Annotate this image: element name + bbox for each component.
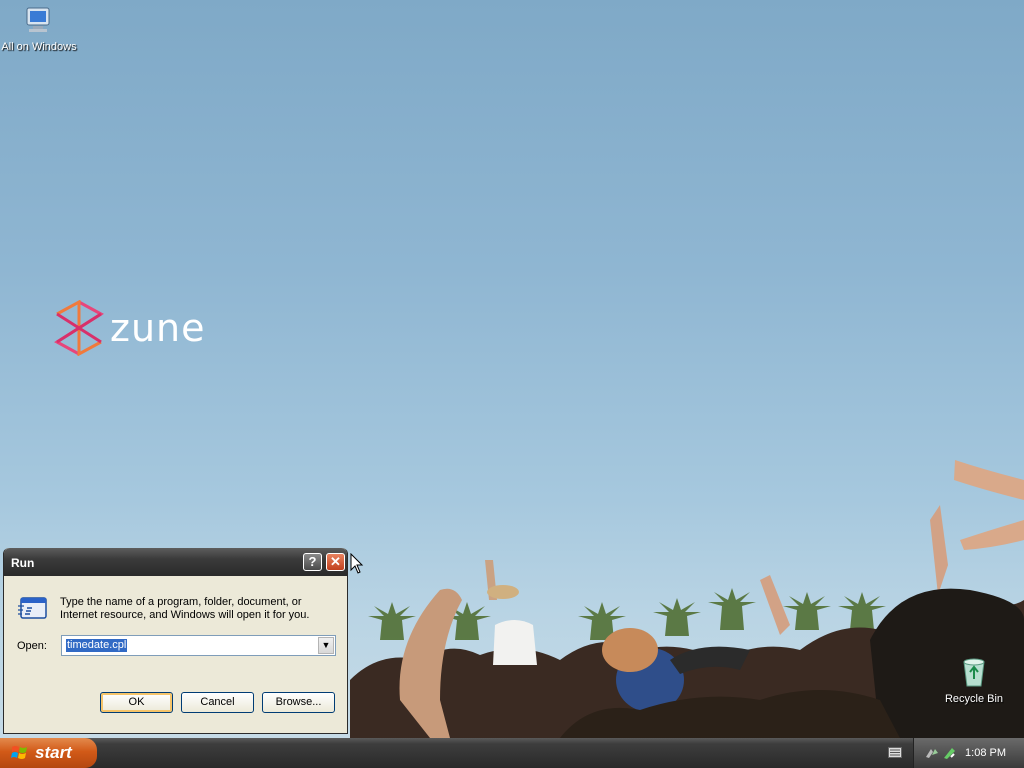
zune-mark-icon [54, 300, 104, 356]
system-tray: 1:08 PM [913, 738, 1024, 768]
network-icon[interactable] [924, 745, 940, 761]
start-button[interactable]: start [0, 738, 97, 768]
desktop-icon-all-on-windows[interactable]: All on Windows [0, 4, 79, 53]
open-input[interactable]: timedate.cpl [66, 639, 128, 652]
zune-logo: zune [54, 300, 206, 356]
close-button[interactable]: ✕ [326, 553, 345, 571]
ok-button[interactable]: OK [100, 692, 173, 713]
computer-icon [26, 7, 50, 32]
mouse-cursor-icon [350, 553, 364, 574]
safely-remove-hardware-icon[interactable] [941, 745, 957, 761]
open-combobox[interactable]: timedate.cpl ▼ [61, 635, 336, 656]
help-button[interactable]: ? [303, 553, 322, 571]
start-label: start [35, 743, 72, 762]
desktop-icon-label: All on Windows [1, 41, 77, 53]
windows-flag-icon [11, 746, 27, 759]
run-dialog-titlebar[interactable]: Run ? ✕ [4, 548, 347, 576]
run-description: Type the name of a program, folder, docu… [60, 596, 310, 621]
zune-logo-text: zune [110, 306, 206, 350]
run-program-icon [18, 597, 47, 619]
recycle-bin-icon [963, 658, 985, 687]
keyboard-icon[interactable] [888, 747, 902, 758]
cancel-button[interactable]: Cancel [181, 692, 254, 713]
open-label: Open: [17, 640, 47, 652]
browse-button[interactable]: Browse... [262, 692, 335, 713]
desktop-icon-recycle-bin[interactable]: Recycle Bin [934, 656, 1014, 705]
run-dialog: Run ? ✕ Type the name of a program, fold… [3, 548, 348, 734]
chevron-down-icon[interactable]: ▼ [318, 637, 334, 654]
run-dialog-title: Run [11, 556, 35, 570]
taskbar: start 1:08 PM [0, 738, 1024, 768]
desktop-icon-label: Recycle Bin [944, 693, 1004, 705]
clock[interactable]: 1:08 PM [965, 747, 1006, 759]
